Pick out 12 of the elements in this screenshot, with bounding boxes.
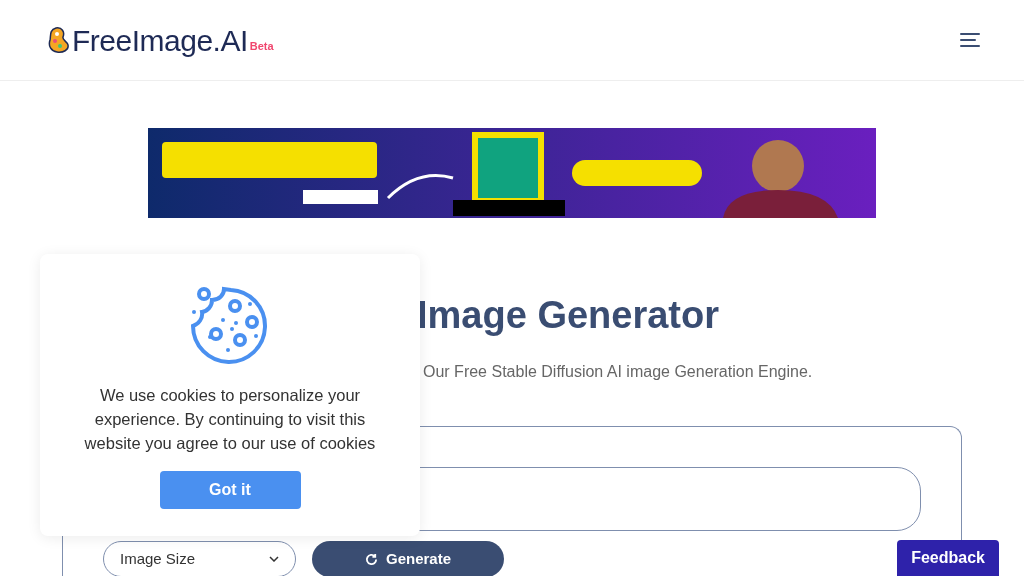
cookie-message: We use cookies to personalize your experience. By continuing to visit this website you agree to our use of cookies <box>83 385 377 454</box>
beta-label: Beta <box>249 39 274 54</box>
menu-icon[interactable] <box>960 32 980 48</box>
palette-icon <box>48 26 72 54</box>
logo-text[interactable]: FreeImage.AI <box>72 17 248 63</box>
image-size-select[interactable]: Image Size <box>103 541 296 576</box>
refresh-icon <box>364 552 378 566</box>
feedback-button[interactable]: Feedback <box>897 540 999 576</box>
page-title: Image Generator <box>417 296 720 334</box>
chevron-down-icon <box>269 556 279 562</box>
page-subtitle: Our Free Stable Diffusion AI image Generation Engine. <box>423 362 814 382</box>
generate-button[interactable]: Generate <box>312 541 504 576</box>
